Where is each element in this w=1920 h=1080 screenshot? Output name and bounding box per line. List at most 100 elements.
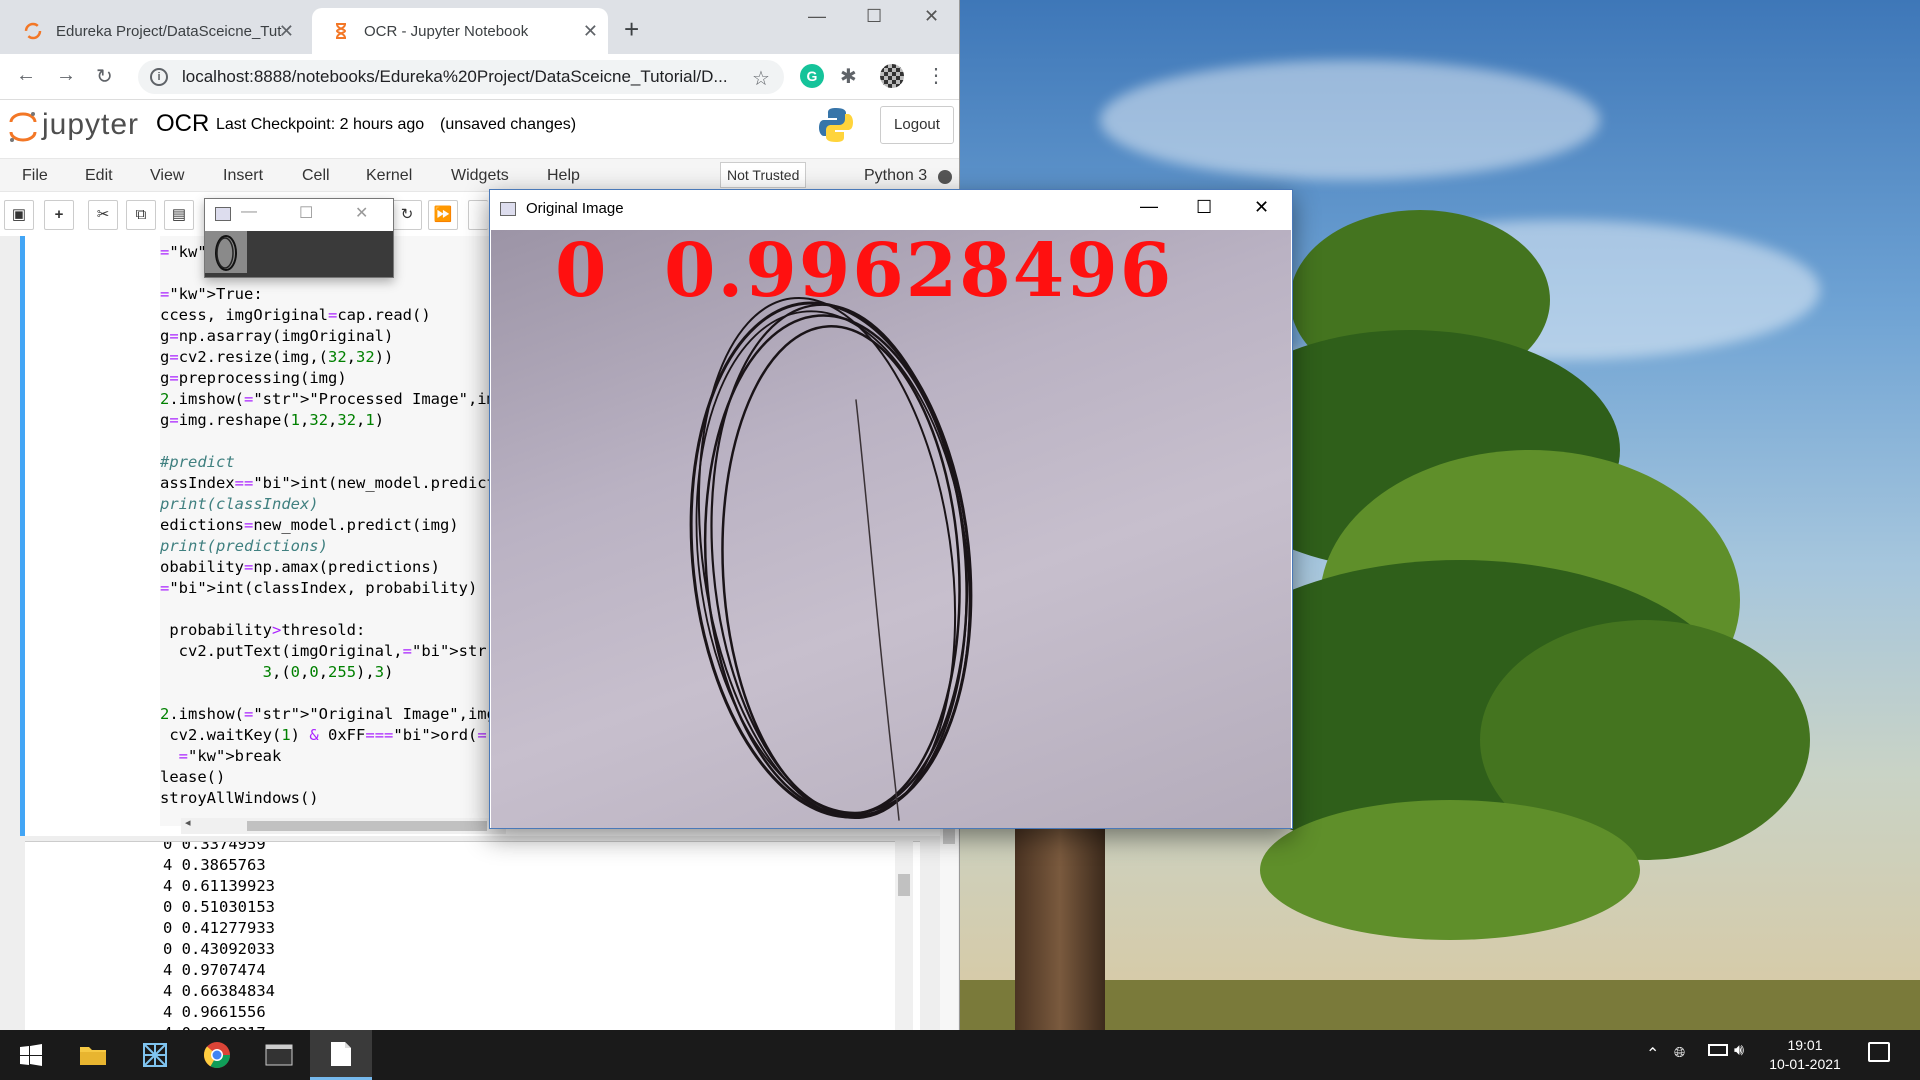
logout-button[interactable]: Logout	[880, 106, 954, 144]
scrollbar-thumb[interactable]	[898, 874, 910, 896]
tab-ocr-notebook[interactable]: OCR - Jupyter Notebook ✕	[312, 8, 608, 54]
scrollbar-thumb[interactable]	[247, 821, 487, 831]
prediction-overlay: 0 0.99628496	[555, 230, 1174, 314]
run-all-icon[interactable]: ⏩	[428, 200, 458, 230]
code-line: print(predictions)	[160, 537, 328, 555]
jupyter-wordmark[interactable]: jupyter	[42, 108, 139, 142]
processed-thumbnail	[205, 231, 247, 273]
maximize-icon[interactable]: ☐	[1196, 197, 1212, 218]
save-icon[interactable]: ▣	[4, 200, 34, 230]
network-disconnected-icon[interactable]: 🌐︎	[1674, 1044, 1685, 1061]
code-line: lease()	[160, 768, 226, 786]
url-field[interactable]: i localhost:8888/notebooks/Edureka%20Pro…	[138, 60, 784, 94]
code-line: 3,(0,0,255),3)	[262, 663, 394, 681]
extensions-icon[interactable]: ✱	[840, 64, 857, 89]
code-line: stroyAllWindows()	[160, 789, 319, 807]
scroll-left-icon[interactable]: ◂	[185, 816, 191, 829]
maximize-icon[interactable]: ☐	[866, 6, 882, 27]
menu-view[interactable]: View	[150, 167, 184, 185]
info-icon[interactable]: i	[150, 68, 168, 86]
code-line: ="kw">break	[178, 747, 282, 765]
menu-cell[interactable]: Cell	[302, 167, 330, 185]
snipping-app-icon[interactable]	[124, 1030, 186, 1080]
system-clock[interactable]: 19:01 10-01-2021	[1760, 1036, 1850, 1074]
code-line: ="bi">int(classIndex, probability)	[160, 579, 478, 597]
action-center-icon[interactable]	[1868, 1042, 1890, 1062]
copy-icon[interactable]: ⧉	[126, 200, 156, 230]
close-window-icon[interactable]: ✕	[924, 6, 939, 27]
new-tab-icon[interactable]: +	[624, 14, 639, 45]
maximize-icon[interactable]: ☐	[299, 203, 313, 223]
menu-insert[interactable]: Insert	[223, 167, 263, 185]
close-icon[interactable]: ✕	[279, 21, 294, 42]
paste-icon[interactable]: ▤	[164, 200, 194, 230]
restart-kernel-icon[interactable]: ↻	[392, 200, 422, 230]
output-line: 0 0.43092033	[163, 940, 275, 958]
document-icon	[331, 1041, 351, 1066]
close-icon[interactable]: ✕	[355, 203, 368, 223]
star-icon[interactable]: ☆	[752, 66, 770, 91]
grammarly-icon[interactable]: G	[800, 64, 824, 88]
menu-bar: File Edit View Insert Cell Kernel Widget…	[0, 158, 959, 192]
tab-strip: Edureka Project/DataSceicne_Tut ✕ OCR - …	[0, 0, 959, 54]
tab-label: Edureka Project/DataSceicne_Tut	[56, 22, 282, 40]
back-icon[interactable]: ←	[16, 64, 36, 87]
minimize-icon[interactable]: —	[1140, 196, 1158, 217]
output-area: 0 0.3374959 4 0.3865763 4 0.61139923 0 0.51…	[25, 841, 920, 1030]
more-menu-icon[interactable]: ⋮	[926, 63, 946, 88]
insert-cell-icon[interactable]: +	[44, 200, 74, 230]
cut-icon[interactable]: ✂	[88, 200, 118, 230]
window-titlebar[interactable]: — ☐ ✕	[205, 199, 393, 231]
windows-start-icon[interactable]	[0, 1030, 62, 1080]
output-line: 4 0.3865763	[163, 856, 266, 874]
code-editor[interactable]: ="kw">turn ="kw">True:ccess, imgOriginal…	[160, 236, 520, 826]
battery-icon[interactable]	[1708, 1044, 1728, 1056]
show-hidden-icons-icon[interactable]: ⌃	[1646, 1044, 1659, 1064]
output-line: 4 0.66384834	[163, 982, 275, 1000]
code-line: probability>thresold:	[160, 621, 366, 639]
jupyter-logo-icon[interactable]	[8, 110, 38, 144]
terminal-icon[interactable]	[248, 1030, 310, 1080]
reload-icon[interactable]: ↻	[96, 64, 113, 89]
menu-edit[interactable]: Edit	[85, 167, 113, 185]
trust-button[interactable]: Not Trusted	[720, 162, 807, 188]
page-scrollbar[interactable]	[940, 826, 958, 1030]
tab-edureka-project[interactable]: Edureka Project/DataSceicne_Tut ✕	[4, 8, 304, 54]
tree-foliage	[1260, 800, 1640, 940]
output-line: 4 0.61139923	[163, 877, 275, 895]
code-line: g=cv2.resize(img,(32,32))	[160, 348, 394, 366]
menu-help[interactable]: Help	[547, 167, 580, 185]
windows-logo-icon	[20, 1044, 42, 1066]
file-explorer-icon[interactable]	[62, 1030, 124, 1080]
chrome-icon[interactable]	[186, 1030, 248, 1080]
processed-image-window[interactable]: — ☐ ✕	[204, 198, 394, 278]
cell-type-select[interactable]	[468, 200, 488, 230]
forward-icon[interactable]: →	[56, 64, 76, 87]
menu-kernel[interactable]: Kernel	[366, 167, 412, 185]
output-scrollbar[interactable]	[895, 841, 913, 1030]
grid-app-icon	[143, 1043, 167, 1067]
chrome-logo-icon	[203, 1042, 231, 1069]
horizontal-scrollbar[interactable]: ◂	[181, 816, 506, 834]
close-icon[interactable]: ✕	[583, 21, 598, 42]
app-icon	[500, 202, 516, 216]
notepad-icon[interactable]	[310, 1030, 372, 1080]
menu-file[interactable]: File	[22, 167, 48, 185]
original-image-window[interactable]: Original Image — ☐ ✕ 0 0.99628496	[489, 189, 1293, 829]
window-titlebar[interactable]: Original Image — ☐ ✕	[490, 190, 1292, 230]
minimize-icon[interactable]: —	[808, 6, 826, 27]
jupyter-header: jupyter OCR Last Checkpoint: 2 hours ago…	[0, 100, 959, 158]
code-line: edictions=new_model.predict(img)	[160, 516, 459, 534]
code-line: cv2.putText(imgOriginal,="bi">str(class	[160, 642, 520, 660]
console-window-icon	[265, 1044, 293, 1066]
profile-avatar-icon[interactable]	[880, 64, 904, 88]
clock-time: 19:01	[1787, 1037, 1823, 1053]
volume-icon[interactable]: 🔊︎	[1734, 1042, 1744, 1060]
clock-date: 10-01-2021	[1769, 1056, 1841, 1072]
taskbar: ⌃ 🌐︎ 🔊︎ 19:01 10-01-2021	[0, 1030, 1920, 1080]
menu-widgets[interactable]: Widgets	[451, 167, 509, 185]
close-icon[interactable]: ✕	[1254, 197, 1269, 218]
output-text: 0 0.3374959 4 0.3865763 4 0.61139923 0 0.51…	[163, 842, 275, 1030]
notebook-title[interactable]: OCR	[156, 110, 209, 138]
minimize-icon[interactable]: —	[241, 203, 257, 221]
